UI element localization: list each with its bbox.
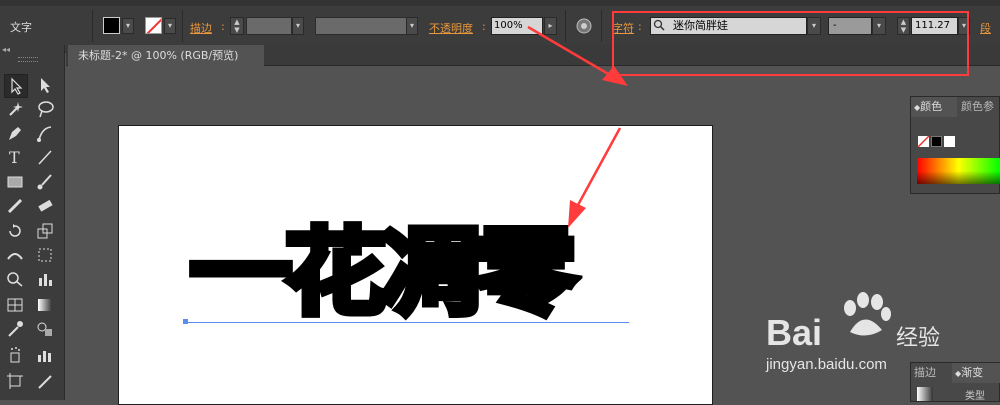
arrow-to-character-panel xyxy=(527,25,628,86)
paw-logo-icon xyxy=(844,292,891,336)
arrow-to-text xyxy=(568,127,622,228)
watermark-brand: Bai xyxy=(766,312,823,353)
baidu-watermark: Bai 经验 jingyan.baidu.com xyxy=(756,290,956,380)
watermark-brand-suffix: 经验 xyxy=(896,326,941,351)
watermark-url: jingyan.baidu.com xyxy=(766,356,887,373)
